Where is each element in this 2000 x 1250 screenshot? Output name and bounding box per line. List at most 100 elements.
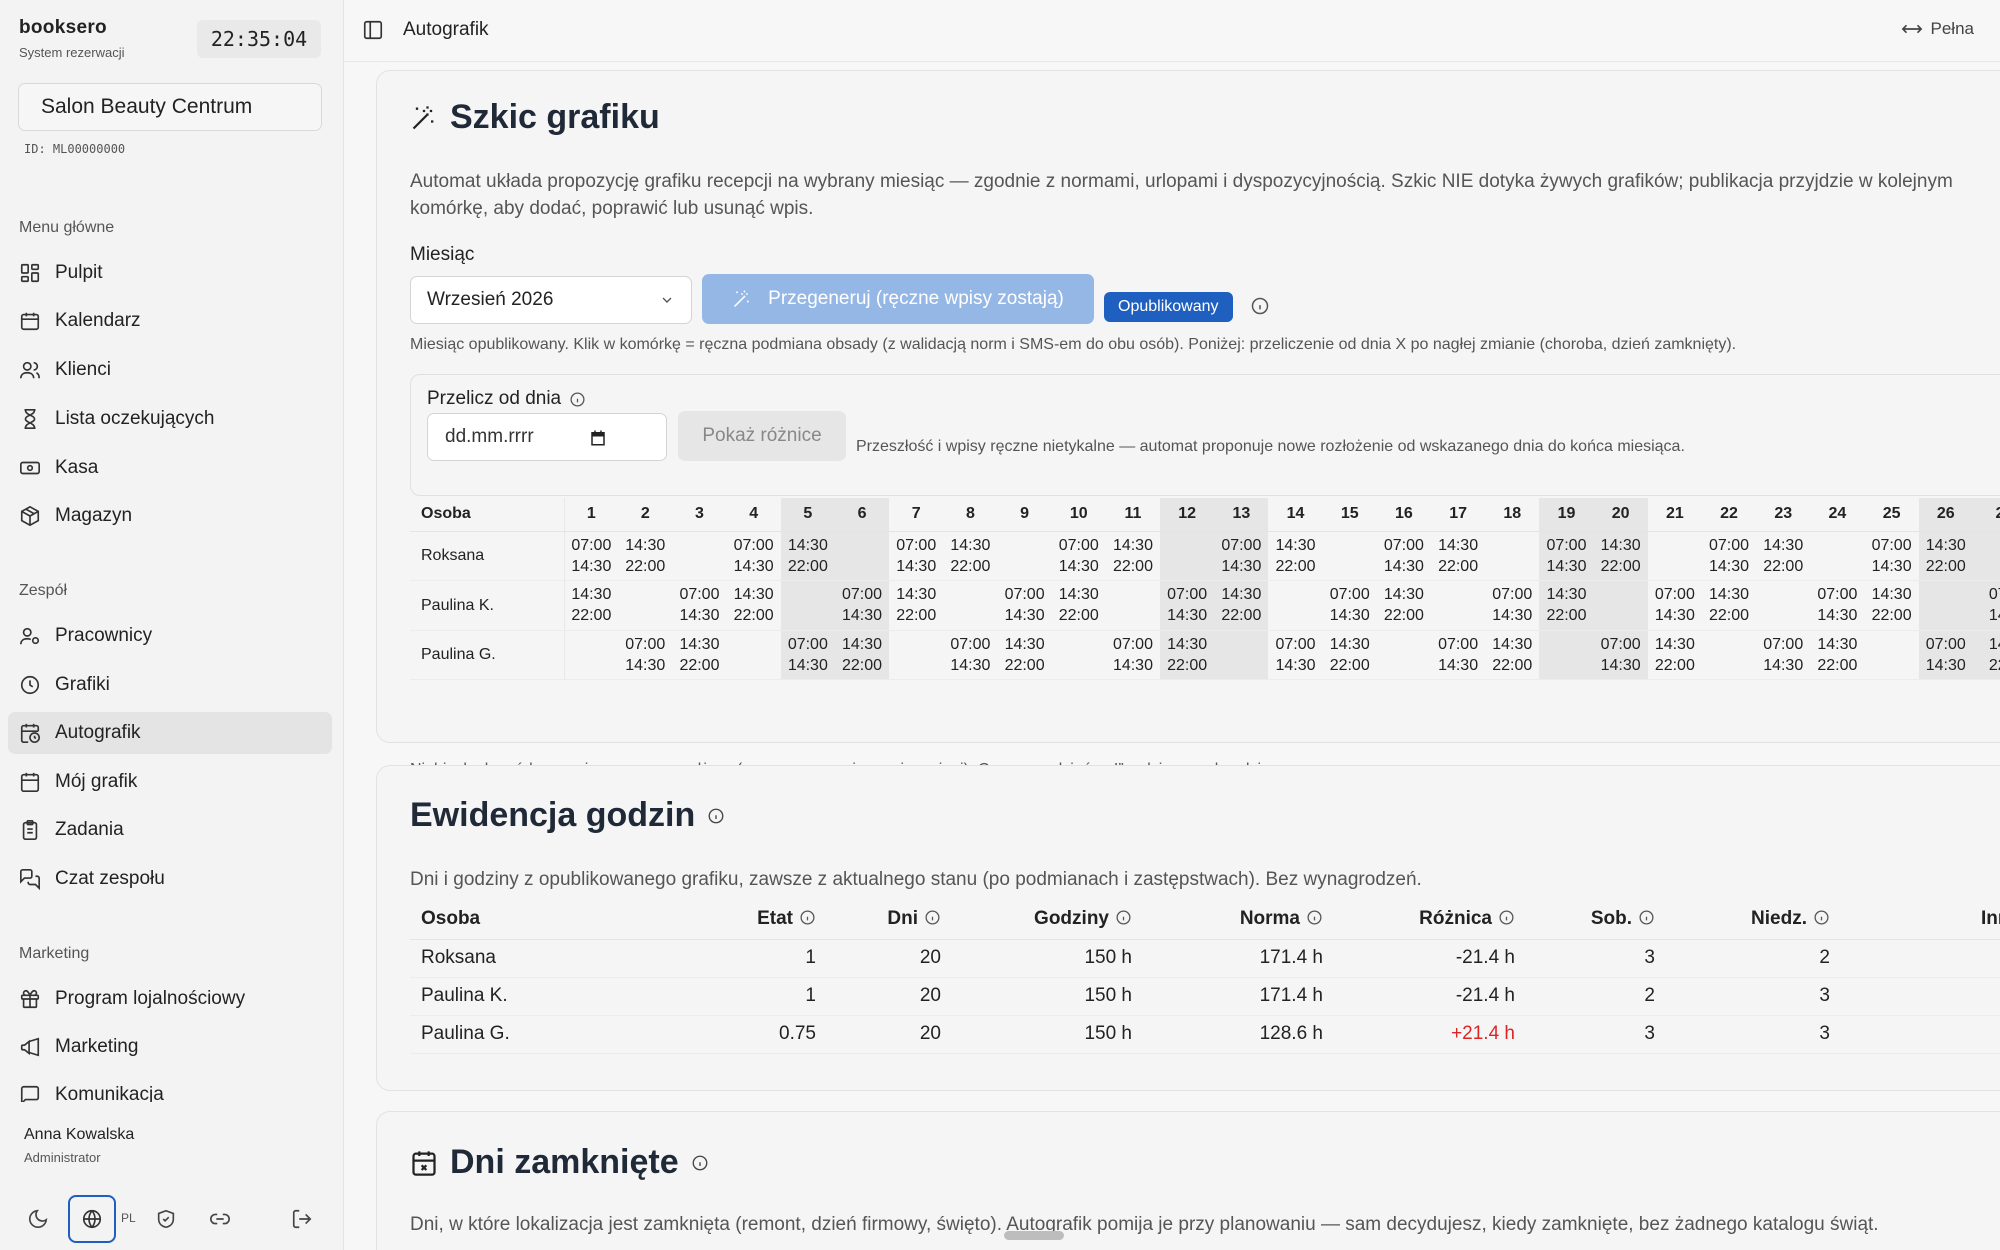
schedule-cell[interactable]	[1539, 630, 1594, 680]
schedule-cell[interactable]	[618, 580, 673, 631]
schedule-cell[interactable]: 07:00 14:30	[1701, 531, 1757, 581]
theme-toggle-button[interactable]	[14, 1195, 62, 1243]
sidebar-item-komunikacja[interactable]: Komunikacja	[8, 1080, 332, 1102]
schedule-cell[interactable]	[1972, 531, 2000, 581]
schedule-cell[interactable]	[1214, 630, 1269, 680]
schedule-cell[interactable]: 14:30 22:00	[564, 580, 619, 631]
schedule-cell[interactable]: 14:30 22:00	[834, 630, 890, 680]
sidebar-item-klienci[interactable]: Klienci	[8, 349, 332, 391]
schedule-cell[interactable]: 14:30 22:00	[1214, 580, 1269, 631]
date-input[interactable]: dd.mm.rrrr	[427, 413, 667, 461]
schedule-cell[interactable]: 07:00 14:30	[780, 630, 835, 680]
schedule-cell[interactable]: 07:00 14:30	[1214, 531, 1269, 581]
schedule-cell[interactable]	[889, 630, 944, 680]
schedule-cell[interactable]	[564, 630, 619, 680]
schedule-cell[interactable]: 07:00 14:30	[1051, 531, 1106, 581]
schedule-cell[interactable]	[834, 531, 890, 581]
info-icon[interactable]	[1813, 909, 1830, 926]
schedule-cell[interactable]: 14: 22:	[1972, 630, 2000, 680]
schedule-cell[interactable]: 07:00 14:30	[997, 580, 1052, 631]
info-icon[interactable]	[569, 391, 586, 408]
schedule-cell[interactable]	[1160, 531, 1215, 581]
schedule-cell[interactable]: 07:00 14:30	[943, 630, 998, 680]
schedule-cell[interactable]	[1756, 580, 1811, 631]
sidebar-item-grafiki[interactable]: Grafiki	[8, 664, 332, 706]
salon-selector[interactable]: Salon Beauty Centrum	[18, 83, 322, 131]
sidebar-item-magazyn[interactable]: Magazyn	[8, 495, 332, 537]
sidebar-item-moj-grafik[interactable]: Mój grafik	[8, 761, 332, 803]
schedule-cell[interactable]: 14:30 22:00	[1051, 580, 1106, 631]
schedule-cell[interactable]: 07:00 14:30	[1160, 580, 1215, 631]
schedule-cell[interactable]	[1268, 580, 1323, 631]
schedule-cell[interactable]: 14:30 22:00	[1268, 531, 1323, 581]
sidebar-item-kasa[interactable]: Kasa	[8, 447, 332, 489]
show-diff-button[interactable]: Pokaż różnice	[678, 411, 846, 461]
sidebar-item-autografik[interactable]: Autografik	[8, 712, 332, 754]
month-select[interactable]: Wrzesień 2026	[410, 276, 692, 324]
schedule-cell[interactable]: 14:30 22:00	[1322, 630, 1377, 680]
schedule-cell[interactable]: 14:30 22:00	[1160, 630, 1215, 680]
schedule-cell[interactable]	[1593, 580, 1648, 631]
schedule-cell[interactable]: 07:00 14:30	[1918, 630, 1973, 680]
schedule-cell[interactable]: 14:30 22:00	[726, 580, 781, 631]
schedule-cell[interactable]: 14:30 22:00	[1810, 630, 1865, 680]
schedule-cell[interactable]: 14:30 22:00	[1431, 531, 1486, 581]
info-icon[interactable]	[1115, 909, 1132, 926]
info-icon[interactable]	[691, 1154, 709, 1172]
full-width-toggle[interactable]: Pełna	[1901, 19, 1974, 39]
schedule-cell[interactable]: 07:00 14:30	[672, 580, 727, 631]
schedule-cell[interactable]	[1376, 630, 1431, 680]
horizontal-scrollbar[interactable]	[1004, 1231, 1064, 1240]
schedule-cell[interactable]	[943, 580, 998, 631]
schedule-cell[interactable]: 14:30 22:00	[1756, 531, 1811, 581]
schedule-cell[interactable]	[1051, 630, 1106, 680]
info-icon[interactable]	[924, 909, 941, 926]
schedule-cell[interactable]: 14:30 22:00	[1701, 580, 1757, 631]
schedule-cell[interactable]: 07:00 14:30	[834, 580, 890, 631]
schedule-cell[interactable]: 14:30 22:00	[780, 531, 835, 581]
schedule-cell[interactable]: 07:00 14:30	[726, 531, 781, 581]
sidebar-item-czat-zespolu[interactable]: Czat zespołu	[8, 858, 332, 900]
schedule-cell[interactable]	[780, 580, 835, 631]
schedule-cell[interactable]: 07:00 14:30	[564, 531, 619, 581]
schedule-cell[interactable]: 07:00 14:30	[1431, 630, 1486, 680]
info-icon[interactable]	[1638, 909, 1655, 926]
schedule-cell[interactable]: 14:30 22:00	[618, 531, 673, 581]
sidebar-toggle-icon[interactable]	[362, 19, 384, 41]
regenerate-button[interactable]: Przegeneruj (ręczne wpisy zostają)	[702, 274, 1094, 324]
info-icon[interactable]	[1498, 909, 1515, 926]
schedule-cell[interactable]: 14:30 22:00	[672, 630, 727, 680]
brand[interactable]: booksero System rezerwacji	[19, 17, 124, 60]
schedule-cell[interactable]: 14:30 22:00	[1376, 580, 1431, 631]
schedule-cell[interactable]: 14:30 22:00	[997, 630, 1052, 680]
info-icon[interactable]	[799, 909, 816, 926]
schedule-cell[interactable]: 14:30 22:00	[1918, 531, 1973, 581]
schedule-cell[interactable]: 07:00 14:30	[1810, 580, 1865, 631]
info-icon[interactable]	[1306, 909, 1323, 926]
schedule-cell[interactable]	[1647, 531, 1702, 581]
sidebar-item-program-lojalnosciowy[interactable]: Program lojalnościowy	[8, 978, 332, 1020]
logout-button[interactable]	[278, 1195, 326, 1243]
sidebar-item-pracownicy[interactable]: Pracownicy	[8, 615, 332, 657]
schedule-cell[interactable]: 07:00 14:30	[618, 630, 673, 680]
sidebar-item-pulpit[interactable]: Pulpit	[8, 252, 332, 294]
schedule-cell[interactable]	[1701, 630, 1757, 680]
schedule-cell[interactable]: 07:00 14:30	[889, 531, 944, 581]
schedule-cell[interactable]: 07:00 14:30	[1864, 531, 1919, 581]
schedule-cell[interactable]: 14:30 22:00	[1647, 630, 1702, 680]
schedule-cell[interactable]: 14:30 22:00	[1105, 531, 1161, 581]
security-button[interactable]	[142, 1195, 190, 1243]
schedule-cell[interactable]: 07:00 14:30	[1376, 531, 1431, 581]
sidebar-item-lista-oczekujacych[interactable]: Lista oczekujących	[8, 398, 332, 440]
schedule-cell[interactable]	[1105, 580, 1161, 631]
schedule-cell[interactable]: 14:30 22:00	[889, 580, 944, 631]
schedule-cell[interactable]	[672, 531, 727, 581]
schedule-cell[interactable]	[1485, 531, 1540, 581]
sidebar-item-kalendarz[interactable]: Kalendarz	[8, 300, 332, 342]
schedule-cell[interactable]: 14:30 22:00	[1485, 630, 1540, 680]
schedule-cell[interactable]: 14:30 22:00	[1593, 531, 1648, 581]
link-button[interactable]	[196, 1195, 244, 1243]
schedule-cell[interactable]: 07:00 14:30	[1756, 630, 1811, 680]
schedule-cell[interactable]	[1864, 630, 1919, 680]
schedule-cell[interactable]	[1322, 531, 1377, 581]
